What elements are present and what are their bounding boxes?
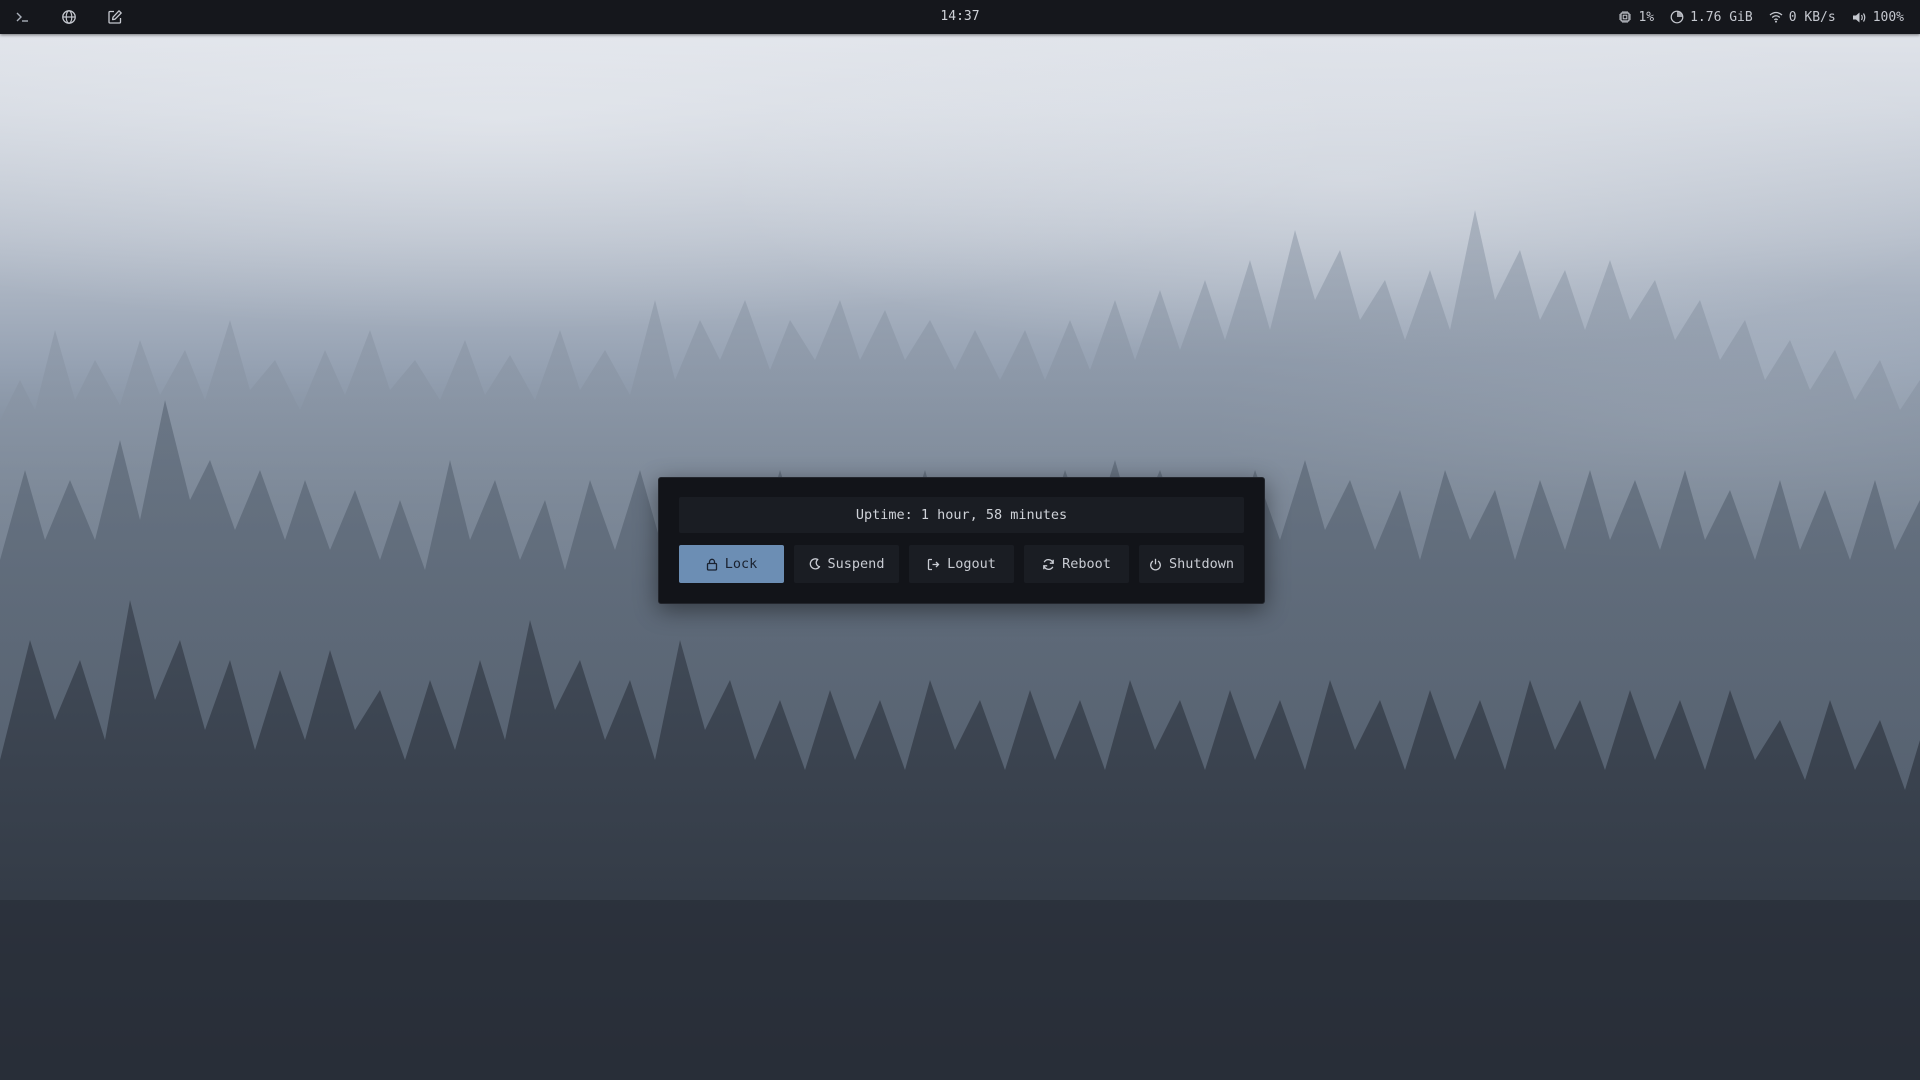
cpu-icon <box>1619 11 1632 23</box>
logout-label: Logout <box>947 556 996 572</box>
terminal-icon[interactable] <box>12 6 34 28</box>
edit-icon[interactable] <box>104 6 126 28</box>
memory-indicator[interactable]: 1.76 GiB <box>1670 10 1753 25</box>
cpu-value: 1% <box>1638 9 1655 25</box>
lock-label: Lock <box>724 556 758 572</box>
lock-button[interactable]: Lock <box>679 545 784 583</box>
status-group: 1% 1.76 GiB 0 KB/s 100% <box>1602 0 1904 34</box>
volume-value: 100% <box>1872 9 1904 25</box>
power-icon <box>1150 558 1161 571</box>
uptime-label: Uptime: 1 hour, 58 minutes <box>679 497 1244 533</box>
globe-icon[interactable] <box>58 6 80 28</box>
shutdown-button[interactable]: Shutdown <box>1139 545 1244 583</box>
volume-icon <box>1852 12 1866 22</box>
power-menu-dialog: Uptime: 1 hour, 58 minutes Lock Suspend … <box>658 477 1265 604</box>
volume-indicator[interactable]: 100% <box>1852 10 1904 25</box>
moon-icon <box>809 558 820 570</box>
suspend-label: Suspend <box>827 556 885 572</box>
clock[interactable]: 14:37 <box>940 9 979 24</box>
reboot-icon <box>1043 558 1054 570</box>
cpu-indicator[interactable]: 1% <box>1618 10 1654 25</box>
top-bar: 14:37 1% 1.76 GiB 0 KB/s 100% <box>0 0 1920 34</box>
logout-icon <box>927 558 940 570</box>
logout-button[interactable]: Logout <box>909 545 1014 583</box>
wifi-icon <box>1769 11 1783 23</box>
network-indicator[interactable]: 0 KB/s <box>1769 10 1836 25</box>
power-button-row: Lock Suspend Logout Reboot Shutdown <box>679 545 1244 583</box>
reboot-label: Reboot <box>1062 556 1111 572</box>
network-value: 0 KB/s <box>1788 9 1836 25</box>
suspend-button[interactable]: Suspend <box>794 545 899 583</box>
reboot-button[interactable]: Reboot <box>1024 545 1129 583</box>
lock-icon <box>706 558 717 571</box>
memory-value: 1.76 GiB <box>1690 9 1753 25</box>
launcher-group <box>12 0 150 34</box>
memory-icon <box>1670 10 1684 24</box>
shutdown-label: Shutdown <box>1168 556 1235 572</box>
